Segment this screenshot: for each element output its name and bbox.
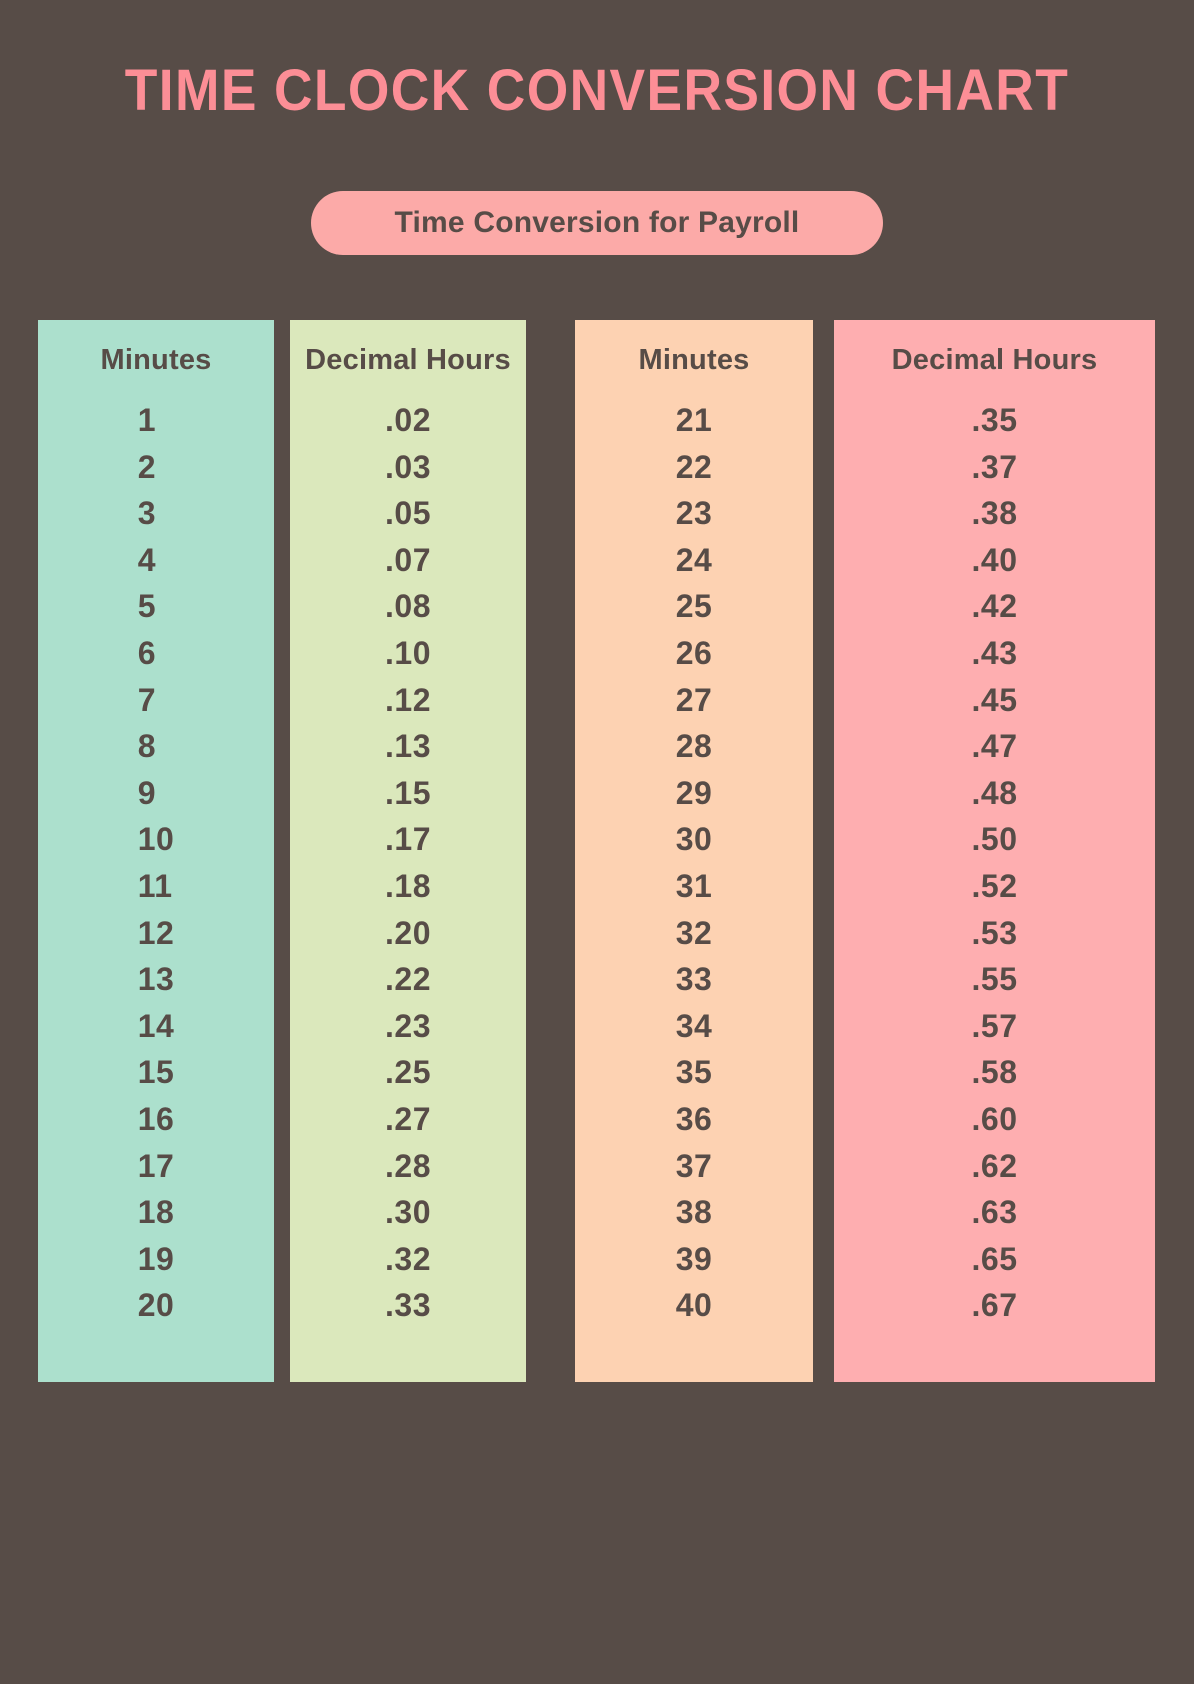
table-cell: .42: [971, 588, 1018, 625]
table-cell: 25: [675, 588, 713, 625]
table-cell: 23: [675, 495, 713, 532]
table-cell: .07: [385, 541, 431, 578]
table-cell: 22: [675, 448, 713, 485]
table-cell: .05: [385, 495, 431, 532]
table-cell: .55: [971, 961, 1018, 998]
table-cell: 21: [675, 402, 713, 438]
table-cell: .02: [385, 402, 431, 438]
table-cell: .15: [385, 774, 431, 811]
table-cell: .67: [971, 1287, 1018, 1324]
table-cell: .65: [971, 1240, 1018, 1277]
table-cell: 6: [137, 634, 156, 671]
table-cell: .57: [971, 1007, 1018, 1044]
table-cell: .38: [971, 495, 1018, 532]
table-cell: 8: [137, 728, 156, 765]
table-cell: .58: [971, 1054, 1018, 1091]
table-cell: 20: [137, 1287, 175, 1324]
column-header-minutes-1-20: Minutes: [100, 344, 212, 376]
column-minutes-21-40: Minutes 21 22 23 24 25 26 27 28 29 30 31 32 33 34 35 36…: [575, 320, 813, 1382]
table-cell: .35: [971, 402, 1018, 438]
table-cell: 9: [137, 774, 156, 811]
table-cell: 15: [137, 1054, 175, 1091]
table-cell: .43: [971, 634, 1018, 671]
table-cell: .08: [385, 588, 431, 625]
table-cell: .63: [971, 1194, 1018, 1231]
table-cell: 35: [675, 1054, 713, 1091]
table-cell: 5: [137, 588, 156, 625]
table-cell: .30: [385, 1194, 431, 1231]
page-title: TIME CLOCK CONVERSION CHART: [124, 58, 1070, 123]
table-cell: 18: [137, 1194, 175, 1231]
table-cell: 12: [137, 914, 175, 951]
table-cell: 31: [675, 867, 713, 904]
table-cell: 19: [137, 1240, 175, 1277]
table-cell: .40: [971, 541, 1018, 578]
table-cell: .48: [971, 774, 1018, 811]
table-cell: 10: [137, 821, 175, 858]
column-decimal-21-40: Decimal Hours .35 .37 .38 .40 .42 .43 .45 .47 .4…: [834, 320, 1155, 1382]
table-cell: .52: [971, 867, 1018, 904]
table-cell: 16: [137, 1100, 175, 1137]
table-cell: .23: [385, 1007, 431, 1044]
conversion-table: Minutes 1 2 3 4 5 6 7 8 9 10 11 12 13 14 15 16 17 18 19 20 …: [38, 320, 1155, 1382]
table-cell: 3: [137, 495, 156, 532]
table-cell: 17: [137, 1147, 175, 1184]
table-cell: .17: [385, 821, 431, 858]
table-cell: .33: [385, 1287, 431, 1324]
table-cell: .60: [971, 1100, 1018, 1137]
table-cell: .03: [385, 448, 431, 485]
column-header-decimal-1-20: Decimal Hours: [305, 344, 511, 376]
table-cell: .32: [385, 1240, 431, 1277]
table-cell: 33: [675, 961, 713, 998]
table-cell: 24: [675, 541, 713, 578]
column-header-minutes-21-40: Minutes: [638, 344, 750, 376]
column-minutes-1-20: Minutes 1 2 3 4 5 6 7 8 9 10 11 12 13 14 15 16 17 18 19 20: [38, 320, 274, 1382]
table-cell: 11: [137, 867, 173, 904]
table-cell: .20: [385, 914, 431, 951]
column-body-minutes-21-40: 21 22 23 24 25 26 27 28 29 30 31 32 33 34 35 36 37 38 39 40: [676, 397, 713, 1329]
table-cell: .47: [971, 728, 1018, 765]
table-cell: .50: [971, 821, 1018, 858]
table-cell: .37: [971, 448, 1018, 485]
subtitle-badge: Time Conversion for Payroll: [311, 191, 883, 255]
table-cell: 27: [675, 681, 713, 718]
table-cell: 13: [137, 961, 175, 998]
column-body-minutes-1-20: 1 2 3 4 5 6 7 8 9 10 11 12 13 14 15 16 17 18 19 20: [138, 397, 175, 1329]
table-cell: .62: [971, 1147, 1018, 1184]
table-cell: 40: [675, 1287, 713, 1324]
table-cell: 26: [675, 634, 713, 671]
table-cell: .45: [971, 681, 1018, 718]
column-decimal-1-20: Decimal Hours .02 .03 .05 .07 .08 .10 .12 .13 .1…: [290, 320, 526, 1382]
column-body-decimal-1-20: .02 .03 .05 .07 .08 .10 .12 .13 .15 .17 .18 .20 .22.…: [385, 397, 431, 1329]
table-cell: 7: [137, 681, 156, 718]
table-cell: 38: [675, 1194, 713, 1231]
table-cell: 4: [137, 541, 156, 578]
table-cell: .53: [971, 914, 1018, 951]
subtitle-badge-container: Time Conversion for Payroll: [0, 191, 1194, 255]
table-cell: 14: [137, 1007, 175, 1044]
time-conversion-chart-page: TIME CLOCK CONVERSION CHART Time Convers…: [0, 0, 1194, 1684]
column-header-decimal-21-40: Decimal Hours: [891, 344, 1098, 376]
table-cell: 39: [675, 1240, 713, 1277]
table-cell: 28: [675, 728, 713, 765]
table-cell: 32: [675, 914, 713, 951]
table-cell: 34: [675, 1007, 713, 1044]
table-cell: .28: [385, 1147, 431, 1184]
table-cell: 36: [675, 1100, 713, 1137]
table-cell: 30: [675, 821, 713, 858]
table-cell: 29: [675, 774, 713, 811]
table-cell: .12: [385, 681, 431, 718]
table-cell: .27: [385, 1100, 431, 1137]
table-cell: 2: [137, 448, 156, 485]
column-body-decimal-21-40: .35 .37 .38 .40 .42 .43 .45 .47 .48 .50 .52 .53 .55.…: [972, 397, 1018, 1329]
table-cell: .13: [385, 728, 431, 765]
table-cell: .18: [385, 867, 431, 904]
table-cell: 1: [137, 402, 156, 438]
table-cell: .10: [385, 634, 431, 671]
table-cell: .22: [385, 961, 431, 998]
table-cell: .25: [385, 1054, 431, 1091]
table-cell: 37: [675, 1147, 713, 1184]
